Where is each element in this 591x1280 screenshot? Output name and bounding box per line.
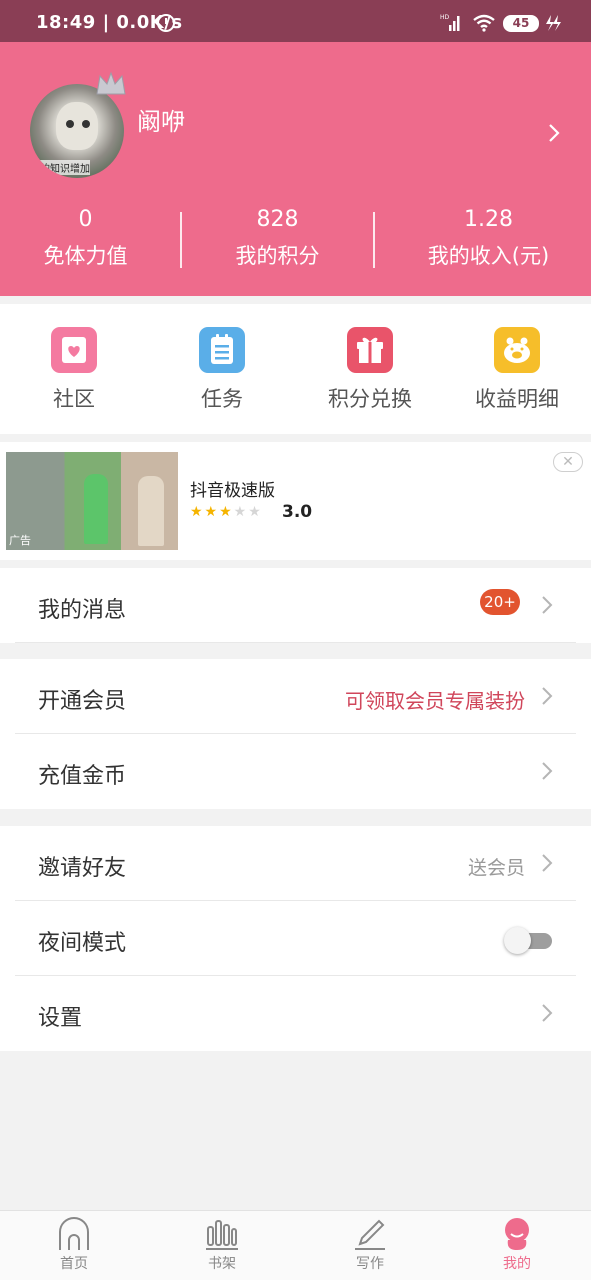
username[interactable]: 阚咿: [137, 102, 185, 137]
row-divider: [15, 642, 576, 643]
avatar-caption: 的知识增加: [40, 160, 90, 175]
battery-icon: 45: [503, 15, 539, 32]
signal-hd-label: HD: [440, 14, 450, 21]
toggle-knob: [504, 927, 531, 954]
ad-image[interactable]: 广告: [6, 452, 178, 550]
bookshelf-icon: [206, 1220, 238, 1250]
menu-section-general: 邀请好友 送会员 夜间模式 设置: [0, 826, 591, 1051]
pen-icon: [355, 1219, 385, 1250]
shortcut-label: 任务: [201, 387, 243, 411]
heart-envelope-icon: [51, 327, 97, 373]
night-mode-toggle[interactable]: [504, 926, 552, 954]
chevron-right-icon: [542, 687, 553, 705]
avatar-face: [56, 102, 98, 150]
piggy-bank-icon: [494, 327, 540, 373]
menu-row-night-mode: 夜间模式: [0, 901, 591, 976]
shortcut-income-details[interactable]: 收益明细: [443, 327, 591, 413]
ad-rating: 3.0: [282, 502, 313, 522]
chevron-right-icon[interactable]: [545, 122, 563, 144]
menu-label: 我的消息: [38, 598, 127, 623]
stat-income[interactable]: 1.28 我的收入(元): [390, 207, 587, 270]
nav-label: 我的: [503, 1256, 531, 1272]
nav-write[interactable]: 写作: [296, 1217, 444, 1273]
stat-value: 1.28: [464, 207, 513, 232]
status-bar: 18:49 | 0.0K/s HD 45: [0, 0, 591, 42]
chevron-right-icon: [542, 762, 553, 780]
ad-title[interactable]: 抖音极速版: [190, 476, 275, 501]
menu-row-settings[interactable]: 设置: [0, 976, 591, 1051]
nav-label: 写作: [356, 1256, 384, 1272]
shortcut-points-exchange[interactable]: 积分兑换: [296, 327, 444, 413]
signal-icon: HD: [440, 14, 460, 31]
stat-points[interactable]: 828 我的积分: [179, 207, 376, 270]
vip-promo-text: 可领取会员专属装扮: [345, 689, 525, 713]
profile-header[interactable]: 的知识增加 阚咿 0 免体力值 828 我的积分 1.28 我的收入(元): [0, 42, 591, 296]
wifi-icon: [473, 14, 495, 32]
stat-label: 我的收入(元): [427, 244, 550, 268]
shortcut-label: 积分兑换: [328, 387, 412, 411]
avatar-eye-right: [82, 120, 90, 128]
nav-label: 首页: [60, 1256, 88, 1272]
nav-bookshelf[interactable]: 书架: [148, 1217, 296, 1273]
menu-row-invite[interactable]: 邀请好友 送会员: [0, 826, 591, 901]
bottom-nav: 首页 书架 写作 我的: [0, 1210, 591, 1280]
stat-value: 0: [78, 207, 93, 232]
menu-label: 充值金币: [38, 764, 127, 789]
alarm-icon: [157, 14, 175, 32]
invite-reward-text: 送会员: [467, 857, 525, 879]
shortcut-tasks[interactable]: 任务: [148, 327, 296, 413]
close-icon[interactable]: ✕: [553, 452, 583, 472]
nav-home[interactable]: 首页: [0, 1217, 148, 1273]
nav-profile[interactable]: 我的: [443, 1217, 591, 1273]
chevron-right-icon: [542, 1004, 553, 1022]
ad-image-person: [138, 476, 164, 546]
rating-stars: ★★★★★: [190, 504, 263, 520]
avatar-eye-left: [66, 120, 74, 128]
ad-tag: 广告: [9, 534, 31, 547]
shortcut-label: 收益明细: [475, 387, 559, 411]
shortcut-grid: 社区 任务 积分兑换 收益明细: [0, 304, 591, 434]
stat-label: 我的积分: [235, 244, 320, 268]
stat-divider: [373, 212, 375, 268]
crown-icon: [96, 71, 126, 95]
menu-section-messages: 我的消息 20+: [0, 568, 591, 643]
shortcut-label: 社区: [53, 387, 95, 411]
charging-icon: [546, 15, 561, 31]
menu-label: 夜间模式: [38, 931, 127, 956]
menu-label: 设置: [38, 1006, 83, 1031]
menu-label: 邀请好友: [38, 856, 127, 881]
shortcut-community[interactable]: 社区: [0, 327, 148, 413]
stat-label: 免体力值: [43, 244, 128, 268]
gift-icon: [347, 327, 393, 373]
ad-image-person: [84, 474, 108, 544]
clipboard-icon: [199, 327, 245, 373]
chevron-right-icon: [542, 854, 553, 872]
ad-banner[interactable]: 广告 抖音极速版 ★★★★★ 3.0 ✕: [0, 442, 591, 560]
menu-row-messages[interactable]: 我的消息 20+: [0, 568, 591, 643]
profile-icon: [505, 1218, 529, 1250]
menu-section-vip: 开通会员 可领取会员专属装扮 充值金币: [0, 659, 591, 809]
chevron-right-icon: [542, 596, 553, 614]
stat-value: 828: [256, 207, 299, 232]
menu-row-vip[interactable]: 开通会员 可领取会员专属装扮: [0, 659, 591, 734]
menu-row-recharge-coins[interactable]: 充值金币: [0, 734, 591, 809]
stat-stamina[interactable]: 0 免体力值: [0, 207, 184, 270]
unread-badge: 20+: [480, 589, 520, 615]
home-icon: [59, 1217, 89, 1250]
nav-label: 书架: [208, 1256, 236, 1272]
menu-label: 开通会员: [38, 689, 127, 714]
